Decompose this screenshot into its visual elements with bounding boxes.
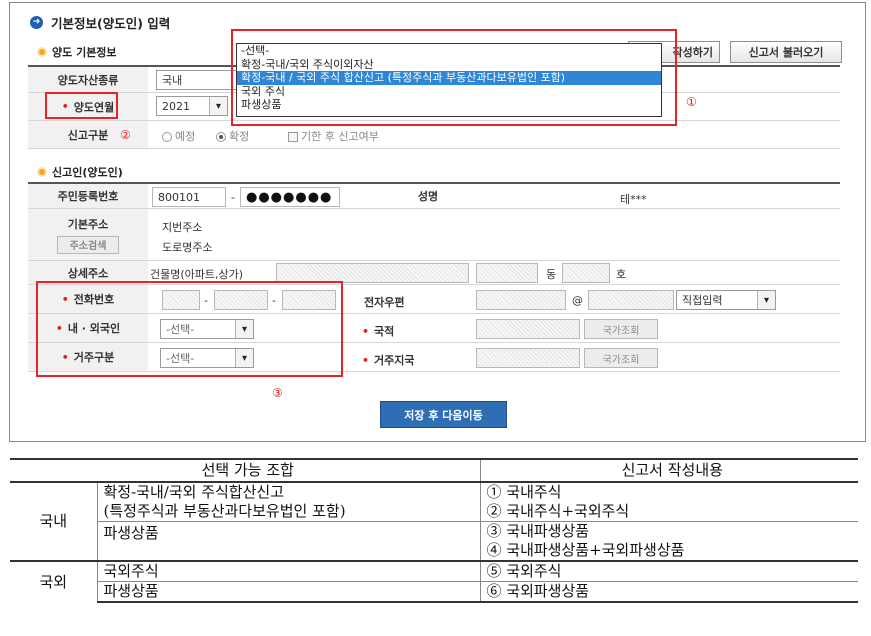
annotation-box-1: [231, 29, 677, 126]
nationality-input[interactable]: [476, 319, 580, 339]
rrn-back-input[interactable]: ●●●●●●●: [240, 187, 340, 207]
email-domain-select-value: 직접입력: [682, 294, 723, 307]
transfer-year-select[interactable]: 2021 ▾: [156, 96, 228, 116]
annotation-box-3: [36, 281, 343, 377]
table-cell: 확정-국내/국외 주식합산신고: [96, 482, 480, 502]
chevron-down-icon: ▾: [757, 291, 775, 309]
foreign-label: 국외: [10, 560, 97, 602]
report-type-option-prelim[interactable]: 예정: [162, 128, 195, 144]
address-search-button[interactable]: 주소검색: [57, 235, 119, 254]
building-name-input[interactable]: [276, 263, 469, 283]
table-cell: ① 국내주식: [479, 482, 858, 502]
table-cell: 파생상품: [96, 581, 480, 603]
nationality-search-button[interactable]: 국가조회: [584, 319, 658, 339]
table-cell: 파생상품: [96, 521, 480, 561]
domestic-label: 국내: [39, 512, 68, 530]
nationality-label: • 국적: [362, 323, 394, 339]
address-label: 기본주소: [67, 217, 109, 231]
email-id-input[interactable]: [476, 290, 566, 310]
required-mark: •: [362, 354, 370, 367]
address-label-cell: 기본주소 주소검색: [28, 209, 148, 260]
ho-input[interactable]: [562, 263, 610, 283]
asset-type-value: 국내: [162, 74, 183, 87]
arrow-right-icon: ➜: [30, 16, 43, 29]
residence-country-label: • 거주지국: [362, 352, 415, 368]
residence-country-label-text: 거주지국: [374, 354, 415, 367]
nationality-label-text: 국적: [374, 325, 395, 338]
rrn-front-input[interactable]: 800101: [152, 187, 226, 207]
radio-off-icon: [162, 132, 172, 142]
late-report-label: 기한 후 신고여부: [301, 130, 379, 143]
table-cell: ③ 국내파생상품: [479, 521, 858, 541]
load-report-button[interactable]: 신고서 불러오기: [730, 41, 842, 63]
save-next-button[interactable]: 저장 후 다음이동: [380, 401, 507, 428]
dong-label: 동: [546, 268, 557, 281]
page-title: ➜ 기본정보(양도인) 입력: [30, 13, 170, 32]
name-label: 성명: [417, 190, 439, 203]
table-row: 국외 국외주식 ⑤ 국외주식: [10, 560, 858, 602]
table-row: (특정주식과 부동산과다보유법인 포함) ② 국내주식+국외주식: [10, 502, 858, 522]
section-bullet-icon: [37, 47, 47, 57]
chevron-down-icon: ▾: [209, 97, 227, 115]
ho-label: 호: [616, 268, 627, 281]
residence-country-search-button[interactable]: 국가조회: [584, 348, 658, 368]
combination-reference-table: 선택 가능 조합 신고서 작성내용 국내 확정-국내/국외 주식합산신고 ① 국…: [10, 458, 858, 603]
building-name-label: 건물명(아파트,상가): [150, 268, 244, 281]
annotation-number-1: ①: [686, 95, 697, 109]
table-header: 신고서 작성내용: [479, 458, 858, 483]
table-cell: ④ 국내파생상품+국외파생상품: [479, 541, 858, 561]
table-row: 국내 확정-국내/국외 주식합산신고 ① 국내주식: [10, 482, 858, 530]
section-transfer-title: 양도 기본정보: [37, 44, 117, 60]
annotation-box-2: [45, 92, 118, 119]
table-cell: ② 국내주식+국외주식: [479, 502, 858, 522]
required-mark: •: [362, 325, 370, 338]
report-type-option-final[interactable]: 확정: [216, 128, 249, 144]
email-domain-input[interactable]: [588, 290, 674, 310]
prelim-label: 예정: [175, 130, 196, 143]
late-report-checkbox[interactable]: 기한 후 신고여부: [288, 128, 379, 144]
section-bullet-icon: [37, 167, 47, 177]
table-cell: 국외주식: [96, 560, 480, 582]
residence-country-input[interactable]: [476, 348, 580, 368]
checkbox-icon: [288, 132, 298, 142]
email-at: @: [572, 294, 583, 307]
radio-on-icon: [216, 132, 226, 142]
table-cell: (특정주식과 부동산과다보유법인 포함): [96, 502, 480, 522]
table-cell: ⑤ 국외주식: [479, 560, 858, 582]
page-title-text: 기본정보(양도인) 입력: [51, 16, 171, 31]
rrn-row: 주민등록번호 800101 - ●●●●●●● 성명 테***: [28, 182, 840, 209]
road-address-label: 도로명주소: [162, 241, 213, 254]
section-reporter-title: 신고인(양도인): [37, 164, 123, 180]
email-domain-select[interactable]: 직접입력 ▾: [676, 290, 776, 310]
table-cell: ⑥ 국외파생상품: [479, 581, 858, 603]
dong-input[interactable]: [476, 263, 538, 283]
section-transfer-label: 양도 기본정보: [52, 46, 117, 59]
annotation-number-3: ③: [272, 386, 283, 400]
section-reporter-label: 신고인(양도인): [52, 166, 123, 179]
address-row: 기본주소 주소검색 지번주소 도로명주소: [28, 209, 840, 261]
jibun-address-label: 지번주소: [162, 221, 203, 234]
rrn-dash: -: [231, 191, 235, 204]
asset-type-label: 양도자산종류: [28, 67, 148, 92]
annotation-number-2: ②: [120, 128, 131, 142]
table-row: 파생상품 ③ 국내파생상품: [10, 521, 858, 561]
transfer-year-value: 2021: [162, 99, 190, 113]
final-label: 확정: [229, 130, 250, 143]
email-label: 전자우편: [364, 296, 405, 309]
rrn-label: 주민등록번호: [28, 184, 148, 208]
table-header: 선택 가능 조합: [10, 458, 480, 483]
table-row: 파생상품 ⑥ 국외파생상품: [10, 581, 858, 603]
name-value: 테***: [620, 193, 647, 206]
